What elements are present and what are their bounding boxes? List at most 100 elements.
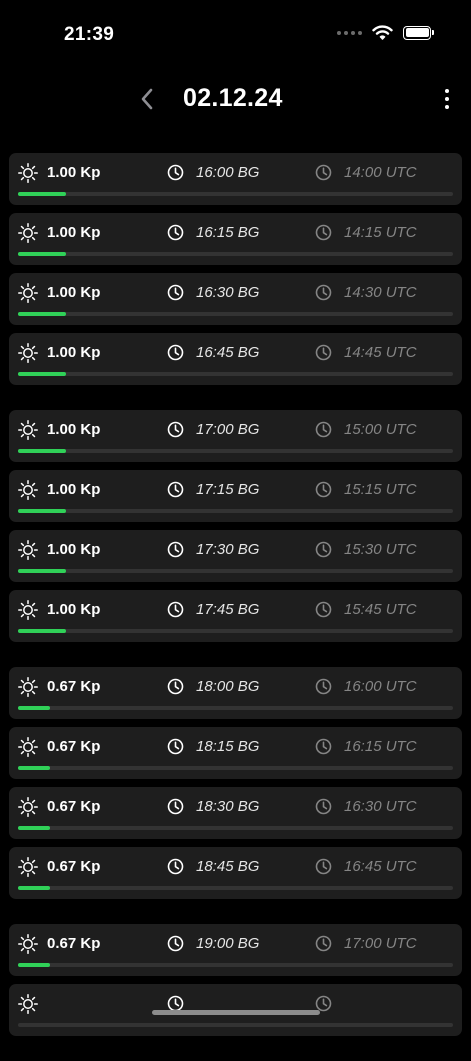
more-button[interactable] xyxy=(437,86,457,112)
utc-time: 15:30 UTC xyxy=(344,541,417,558)
kp-progress-track xyxy=(18,192,453,196)
forecast-list: 1.00 Kp 16:00 BG 14:00 UTC 1.00 Kp 16:15 BG 1… xyxy=(9,153,462,1061)
more-dot xyxy=(445,89,449,93)
local-time: 18:30 BG xyxy=(196,798,260,815)
sun-icon xyxy=(18,223,38,243)
clock-icon xyxy=(315,798,332,815)
home-indicator xyxy=(152,1010,320,1015)
clock-icon xyxy=(167,935,184,952)
hour-group: 0.67 Kp 19:00 BG 17:00 UTC xyxy=(9,924,462,1036)
local-time: 18:45 BG xyxy=(196,858,260,875)
local-time: 17:00 BG xyxy=(196,421,260,438)
local-time: 16:30 BG xyxy=(196,284,260,301)
forecast-row[interactable]: 1.00 Kp 17:00 BG 15:00 UTC xyxy=(9,410,462,462)
clock-icon xyxy=(315,344,332,361)
forecast-row[interactable]: 1.00 Kp 16:45 BG 14:45 UTC xyxy=(9,333,462,385)
utc-time: 14:45 UTC xyxy=(344,344,417,361)
kp-progress-fill xyxy=(18,569,66,573)
kp-value: 1.00 Kp xyxy=(47,344,101,361)
clock-icon xyxy=(315,935,332,952)
kp-progress-track xyxy=(18,312,453,316)
forecast-row[interactable]: 1.00 Kp 16:00 BG 14:00 UTC xyxy=(9,153,462,205)
kp-progress-track xyxy=(18,706,453,710)
hour-group: 1.00 Kp 16:00 BG 14:00 UTC 1.00 Kp 16:15 BG 1… xyxy=(9,153,462,385)
kp-progress-fill xyxy=(18,886,51,890)
forecast-row[interactable]: 1.00 Kp 17:15 BG 15:15 UTC xyxy=(9,470,462,522)
sun-icon xyxy=(18,343,38,363)
local-time: 16:15 BG xyxy=(196,224,260,241)
clock-icon xyxy=(167,541,184,558)
sun-icon xyxy=(18,480,38,500)
wifi-icon xyxy=(372,25,393,40)
forecast-row[interactable]: 0.67 Kp 18:15 BG 16:15 UTC xyxy=(9,727,462,779)
page-title: 02.12.24 xyxy=(183,84,283,112)
clock-icon xyxy=(167,678,184,695)
sun-icon xyxy=(18,994,38,1014)
utc-time: 16:30 UTC xyxy=(344,798,417,815)
clock-icon xyxy=(315,481,332,498)
clock-icon xyxy=(167,344,184,361)
cellular-signal-icon xyxy=(337,30,362,35)
clock-icon xyxy=(167,798,184,815)
forecast-row[interactable]: 1.00 Kp 16:15 BG 14:15 UTC xyxy=(9,213,462,265)
clock-icon xyxy=(315,858,332,875)
kp-progress-track xyxy=(18,252,453,256)
utc-time: 14:00 UTC xyxy=(344,164,417,181)
back-button[interactable] xyxy=(132,84,162,114)
sun-icon xyxy=(18,797,38,817)
hour-group: 0.67 Kp 18:00 BG 16:00 UTC 0.67 Kp 18:15 BG 1… xyxy=(9,667,462,899)
clock-icon xyxy=(167,601,184,618)
kp-value: 0.67 Kp xyxy=(47,678,101,695)
utc-time: 15:15 UTC xyxy=(344,481,417,498)
utc-time: 16:00 UTC xyxy=(344,678,417,695)
sun-icon xyxy=(18,420,38,440)
clock-icon xyxy=(315,164,332,181)
kp-progress-track xyxy=(18,963,453,967)
sun-icon xyxy=(18,163,38,183)
forecast-row[interactable]: 0.67 Kp 19:00 BG 17:00 UTC xyxy=(9,924,462,976)
kp-progress-fill xyxy=(18,706,51,710)
kp-value: 1.00 Kp xyxy=(47,164,101,181)
clock-icon xyxy=(167,738,184,755)
sun-icon xyxy=(18,857,38,877)
utc-time: 14:15 UTC xyxy=(344,224,417,241)
forecast-row[interactable]: 1.00 Kp 17:30 BG 15:30 UTC xyxy=(9,530,462,582)
local-time: 17:45 BG xyxy=(196,601,260,618)
forecast-row[interactable]: 1.00 Kp 16:30 BG 14:30 UTC xyxy=(9,273,462,325)
kp-value: 1.00 Kp xyxy=(47,421,101,438)
kp-value: 0.67 Kp xyxy=(47,798,101,815)
local-time: 17:15 BG xyxy=(196,481,260,498)
kp-progress-track xyxy=(18,629,453,633)
kp-progress-fill xyxy=(18,449,66,453)
kp-progress-track xyxy=(18,569,453,573)
local-time: 18:00 BG xyxy=(196,678,260,695)
clock-icon xyxy=(315,601,332,618)
sun-icon xyxy=(18,283,38,303)
hour-group: 1.00 Kp 17:00 BG 15:00 UTC 1.00 Kp 17:15 BG 1… xyxy=(9,410,462,642)
clock-icon xyxy=(315,738,332,755)
kp-progress-fill xyxy=(18,192,66,196)
forecast-row[interactable]: 0.67 Kp 18:45 BG 16:45 UTC xyxy=(9,847,462,899)
forecast-row[interactable]: 0.67 Kp 18:00 BG 16:00 UTC xyxy=(9,667,462,719)
sun-icon xyxy=(18,934,38,954)
kp-value: 1.00 Kp xyxy=(47,601,101,618)
clock-icon xyxy=(167,421,184,438)
kp-progress-fill xyxy=(18,826,51,830)
forecast-row[interactable]: 1.00 Kp 17:45 BG 15:45 UTC xyxy=(9,590,462,642)
kp-progress-track xyxy=(18,509,453,513)
sun-icon xyxy=(18,677,38,697)
status-time: 21:39 xyxy=(64,24,115,45)
utc-time: 16:45 UTC xyxy=(344,858,417,875)
clock-icon xyxy=(315,678,332,695)
local-time: 17:30 BG xyxy=(196,541,260,558)
kp-progress-fill xyxy=(18,963,51,967)
sun-icon xyxy=(18,600,38,620)
forecast-row[interactable]: 0.67 Kp 18:30 BG 16:30 UTC xyxy=(9,787,462,839)
clock-icon xyxy=(315,421,332,438)
local-time: 16:00 BG xyxy=(196,164,260,181)
kp-progress-fill xyxy=(18,509,66,513)
kp-value: 1.00 Kp xyxy=(47,284,101,301)
clock-icon xyxy=(167,481,184,498)
utc-time: 15:45 UTC xyxy=(344,601,417,618)
more-dot xyxy=(445,105,449,109)
